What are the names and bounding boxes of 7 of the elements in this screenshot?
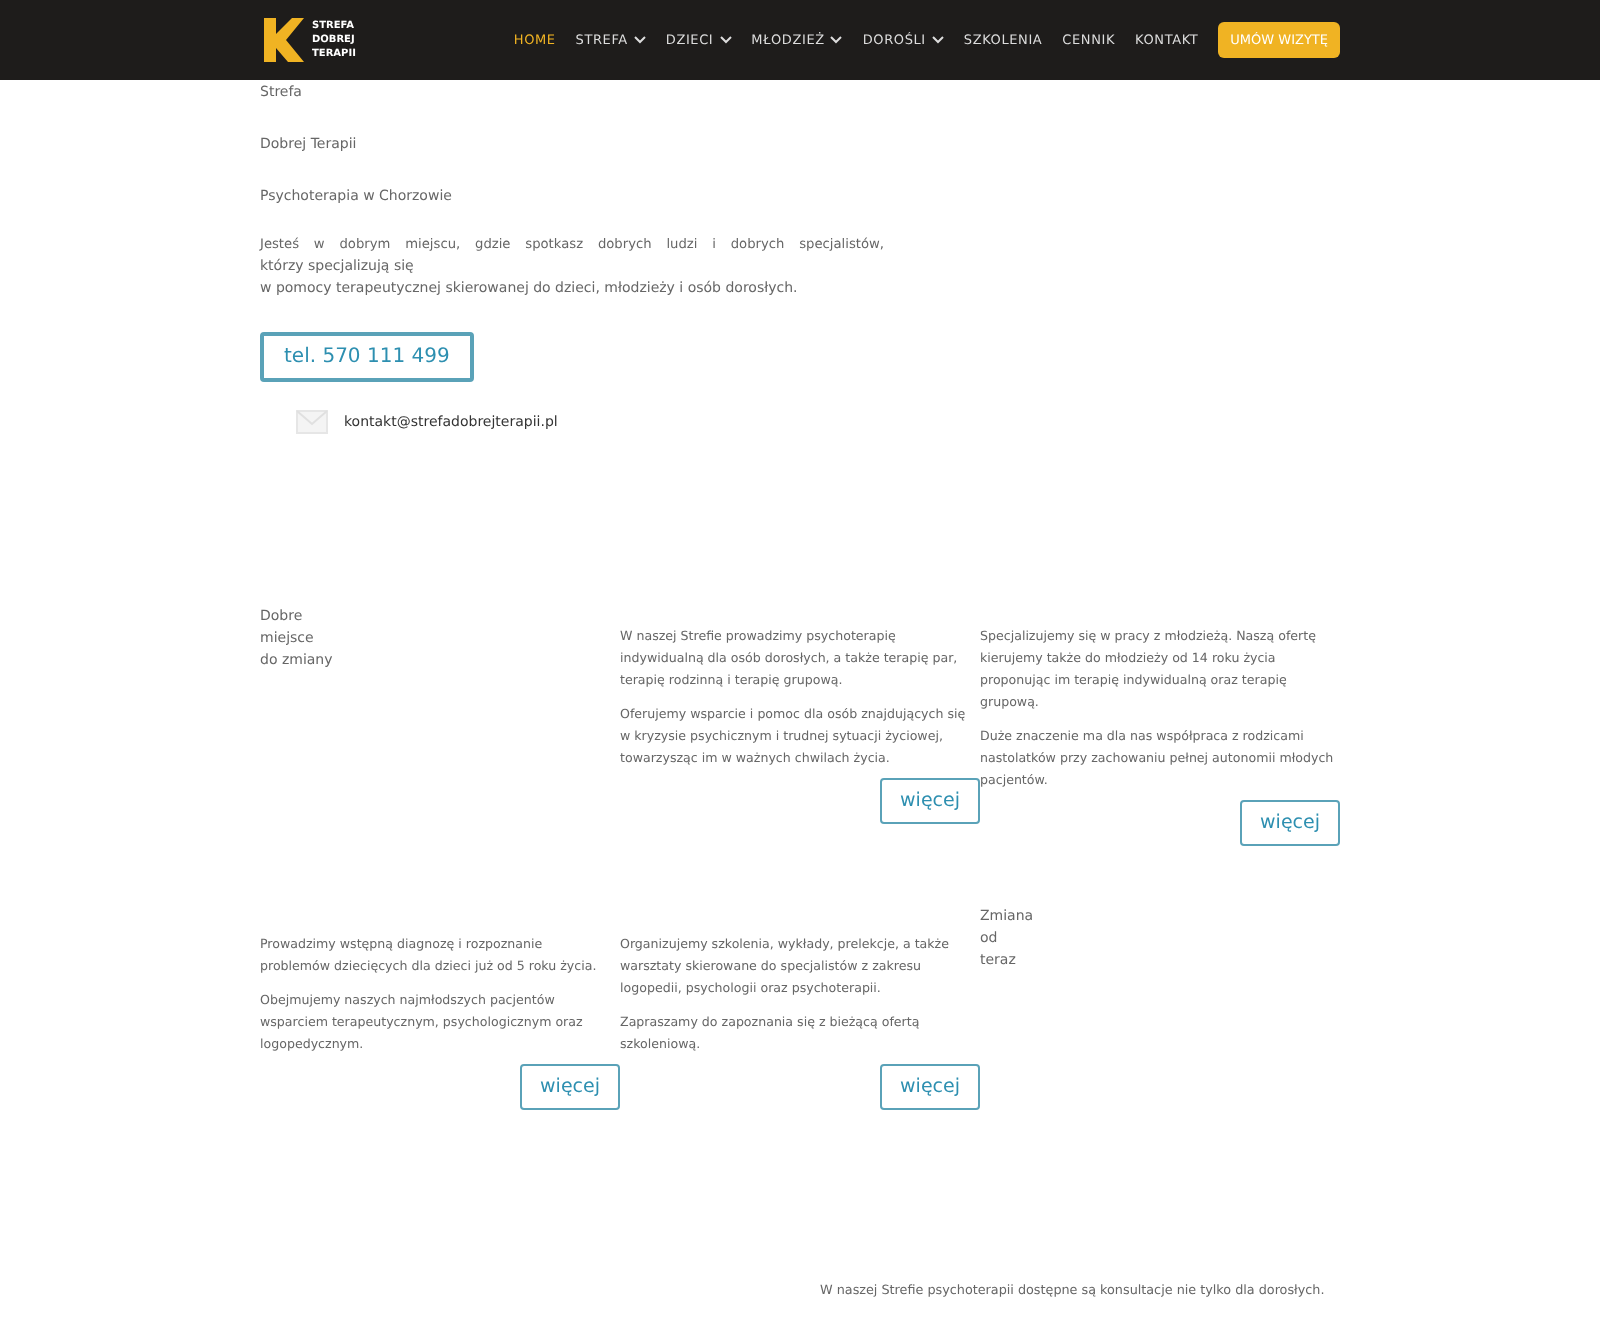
more-button[interactable]: więcej — [520, 1064, 620, 1110]
phone-button[interactable]: tel. 570 111 499 — [260, 332, 474, 382]
more-button[interactable]: więcej — [880, 778, 980, 824]
more-button[interactable]: więcej — [1240, 800, 1340, 846]
logo-icon — [260, 18, 304, 62]
more-button[interactable]: więcej — [880, 1064, 980, 1110]
envelope-icon — [296, 410, 328, 434]
